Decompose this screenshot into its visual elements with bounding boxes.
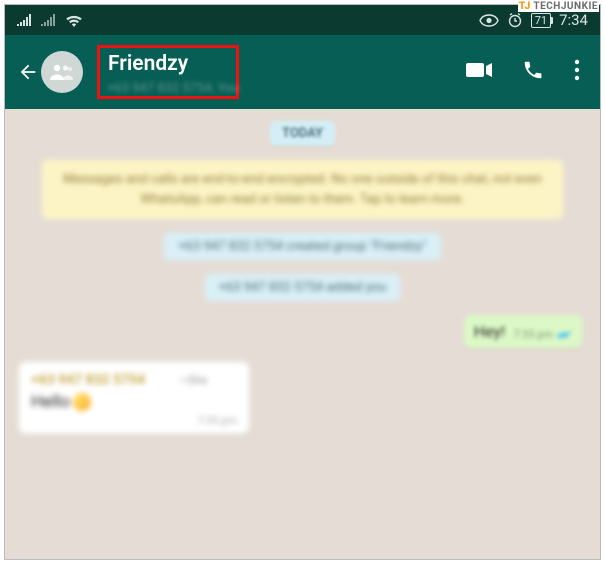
chat-appbar: Friendzy +63 947 832 5754, You [5,35,600,109]
date-separator: TODAY [270,121,335,146]
encryption-notice[interactable]: Messages and calls are end-to-end encryp… [42,160,564,219]
message-text: Hey! [474,322,506,341]
message-sender-tag: ~She [179,373,207,387]
clock-time: 7:34 [559,11,588,29]
system-message: +63 947 832 5754 added you [205,274,401,301]
chat-scroll-area[interactable]: TODAY Messages and calls are end-to-end … [5,109,600,559]
group-avatar [41,51,83,93]
alarm-icon [507,12,523,28]
video-icon [466,61,492,79]
message-text: Hello [31,392,70,412]
message-time: 7:33 pm [31,414,237,427]
watermark-brand: TJ TECHJUNKIE [518,1,599,12]
group-icon [49,63,75,81]
chat-title: Friendzy [108,52,188,76]
signal-icon [17,14,33,26]
dots-vertical-icon [574,59,580,81]
system-message: +63 947 832 5754 created group "Friendzy… [164,233,440,260]
message-incoming[interactable]: +63 947 832 5754 ~She Hello 7:33 pm [19,362,249,434]
back-button[interactable] [17,51,83,93]
emoji-smile-icon [73,393,91,411]
message-meta: 7:33 pm [513,328,572,341]
phone-icon [522,59,544,81]
status-bar: 71 7:34 [5,5,600,35]
eye-icon [479,14,499,27]
arrow-left-icon [17,61,39,83]
chat-title-block[interactable]: Friendzy +63 947 832 5754, You [97,49,239,96]
more-options-button[interactable] [574,59,580,85]
voice-call-button[interactable] [522,59,544,85]
message-sender: +63 947 832 5754 [31,372,145,388]
signal-icon-2 [41,14,57,26]
wifi-icon [65,14,83,27]
phone-frame: 71 7:34 Friendzy +63 947 832 5754, You [4,4,601,560]
video-call-button[interactable] [466,61,492,83]
battery-indicator: 71 [531,13,551,28]
chat-subtitle: +63 947 832 5754, You [107,81,239,96]
message-outgoing[interactable]: Hey! 7:33 pm [464,315,582,348]
double-check-icon [556,330,572,340]
